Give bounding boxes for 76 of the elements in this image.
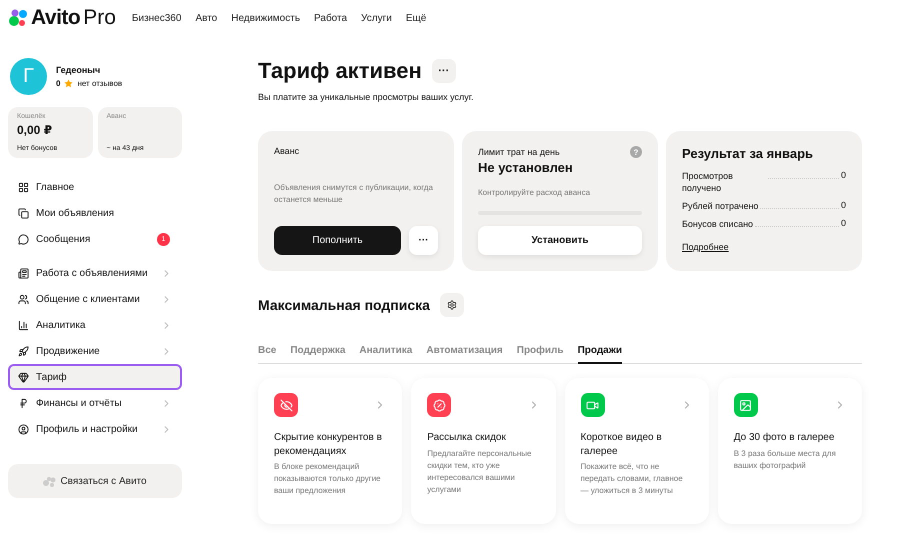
nav-item[interactable]: Общение с клиентами [8, 286, 182, 312]
more-button[interactable]: ··· [432, 59, 456, 83]
nav-icon [18, 398, 29, 408]
rating-value: 0 [56, 79, 60, 88]
nav-item[interactable]: Работа с объявлениями [8, 260, 182, 286]
nav-item[interactable]: Тариф [8, 364, 182, 390]
top-up-button[interactable]: Пополнить [274, 226, 401, 255]
tab[interactable]: Поддержка [290, 345, 346, 364]
logo-icon [8, 8, 28, 28]
section-title: Максимальная подписка [258, 297, 430, 313]
wallet-value: 0,00 ₽ [17, 123, 54, 137]
page-title: Тариф активен [258, 58, 422, 84]
limit-value: Не установлен [478, 160, 574, 175]
service-text: В блоке рекомендаций показываются только другие ваши предложения [274, 461, 382, 497]
nav-icon [18, 346, 29, 356]
service-card[interactable]: Рассылка скидок Предлагайте персональные скидки тем, кто уже интересовался вашими услугами [411, 378, 556, 524]
stat-value: 0 [840, 170, 846, 180]
service-text: Покажите всё, что не передать словами, главное — уложиться в 3 минуты [580, 461, 684, 497]
nav-item[interactable]: Аналитика [8, 312, 182, 338]
header-link[interactable]: Услуги [361, 12, 392, 24]
settings-icon [446, 300, 457, 310]
page-subtitle: Вы платите за уникальные просмотры ваших услуг. [258, 92, 474, 102]
stat-label: Рублей потрачено [682, 200, 758, 212]
card-hint: Контролируйте расход аванса [478, 187, 592, 199]
profile-name: Гедеоныч [56, 65, 102, 75]
service-title: Скрытие конкурентов в рекомендациях [274, 431, 383, 458]
service-card[interactable]: Скрытие конкурентов в рекомендациях В блоке рекомендаций показываются только другие ваши предложения [258, 378, 402, 524]
header-link[interactable]: Работа [314, 12, 348, 24]
nav-icon [18, 424, 29, 434]
header-link[interactable]: Авто [195, 12, 218, 24]
nav-icon [18, 268, 29, 278]
card-title: Результат за январь [682, 146, 814, 161]
tab[interactable]: Аналитика [359, 345, 412, 364]
nav-icon [18, 208, 29, 218]
stat-label: Просмотров получено [682, 170, 734, 194]
header-link[interactable]: Недвижимость [231, 12, 300, 24]
nav-item[interactable]: Мои объявления [8, 200, 182, 226]
nav-item[interactable]: Профиль и настройки [8, 416, 182, 442]
more-button[interactable]: ··· [409, 226, 438, 255]
logo-suffix: Pro [83, 6, 116, 30]
nav-icon [18, 234, 29, 244]
logo-text: Avito [31, 6, 80, 30]
stat-label: Бонусов списано [682, 218, 754, 231]
nav-icon [18, 320, 29, 330]
reviews-count: нет отзывов [77, 79, 122, 88]
service-title: Рассылка скидок [427, 431, 507, 444]
card-label: Лимит трат на день [478, 147, 560, 157]
nav-item[interactable]: Главное [8, 174, 182, 200]
service-text: Предлагайте персональные скидки тем, кто уже интересовался вашими услугами [427, 448, 533, 496]
details-link[interactable]: Подробнее [682, 242, 729, 252]
card-text: Объявления снимутся с публикации, когда останется меньше [274, 182, 434, 206]
stat-value: 0 [840, 200, 846, 210]
service-card[interactable]: Короткое видео в галерее Покажите всё, что не передать словами, главное — уложиться в 3 минуты [564, 378, 709, 524]
header-link[interactable]: Бизнес360 [132, 12, 182, 24]
tab[interactable]: Продажи [578, 345, 622, 364]
dots-icon [43, 476, 56, 486]
service-card[interactable]: До 30 фото в галерее В 3 раза больше места для ваших фотографий [718, 378, 862, 524]
header-link[interactable]: Ещё [406, 12, 426, 24]
avatar: Г [10, 58, 47, 95]
nav-icon [18, 182, 29, 192]
tab[interactable]: Профиль [516, 345, 564, 364]
set-button[interactable]: Установить [478, 226, 642, 255]
nav-item[interactable]: Финансы и отчёты [8, 390, 182, 416]
nav-icon [18, 294, 29, 304]
tab[interactable]: Автоматизация [426, 345, 503, 364]
contact-button[interactable]: Связаться с Авито [8, 464, 182, 498]
service-text: В 3 раза больше места для ваших фотографий [734, 448, 837, 472]
stat-value: 0 [840, 218, 846, 228]
card-title: Аванс [274, 146, 300, 156]
service-title: До 30 фото в галерее [734, 431, 836, 444]
tab[interactable]: Все [258, 345, 276, 364]
settings-button[interactable] [440, 293, 464, 317]
nav-item[interactable]: Продвижение [8, 338, 182, 364]
nav-icon [18, 372, 29, 382]
service-title: Короткое видео в галерее [580, 431, 663, 458]
star-icon [64, 79, 74, 88]
